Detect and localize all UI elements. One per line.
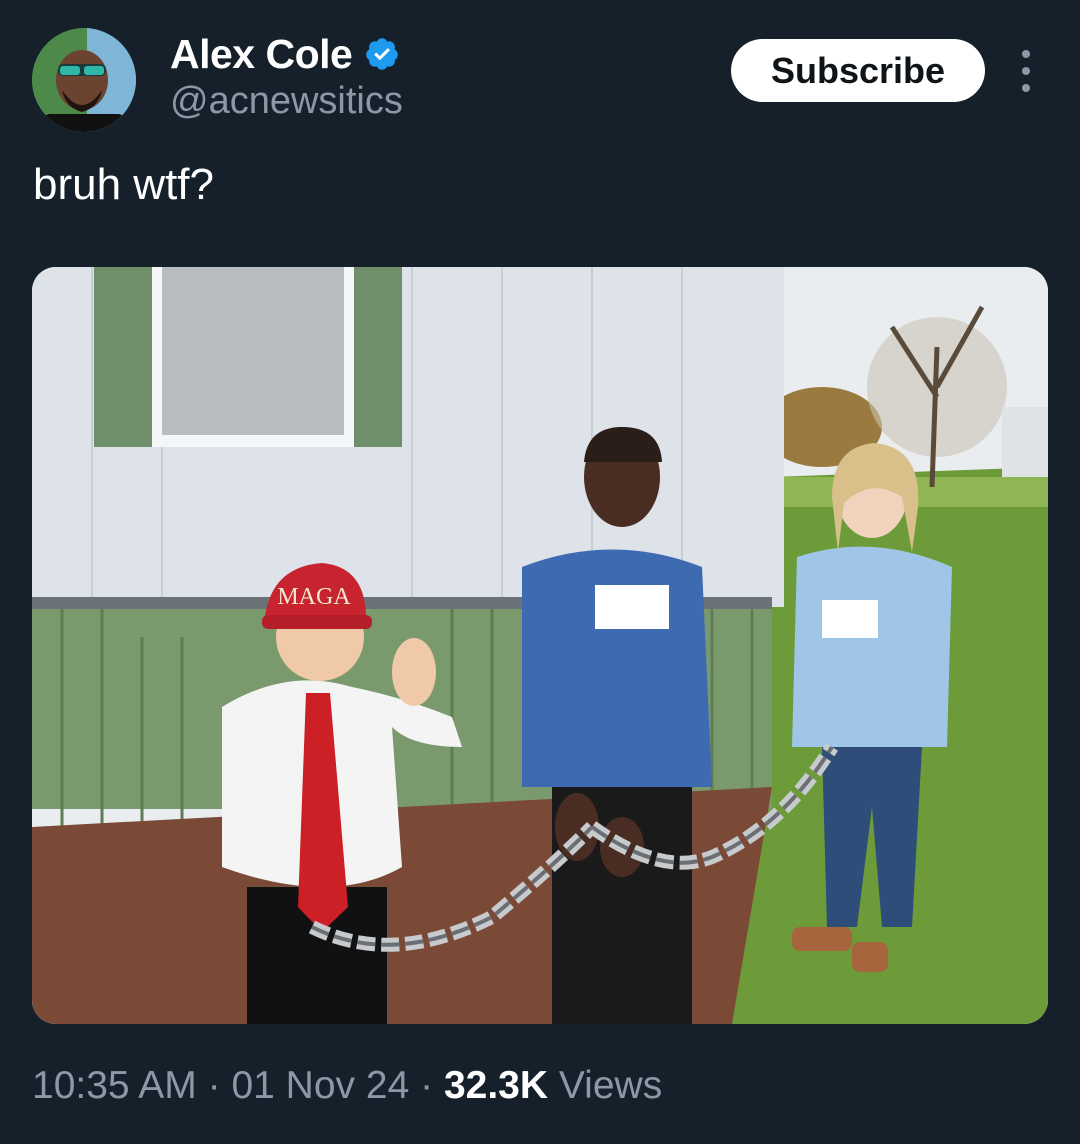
views-label: Views <box>558 1064 663 1107</box>
maga-hat-text: MAGA <box>277 584 351 610</box>
author-name-row[interactable]: Alex Cole <box>170 30 400 78</box>
meta-separator: · <box>420 1064 434 1107</box>
author-handle[interactable]: @acnewsitics <box>170 80 403 123</box>
tweet-media-photo[interactable]: MAGA <box>32 267 1048 1024</box>
tweet-time[interactable]: 10:35 AM <box>32 1064 197 1107</box>
profile-photo-icon <box>32 28 136 132</box>
tweet-date[interactable]: 01 Nov 24 <box>231 1064 409 1107</box>
more-vertical-icon[interactable] <box>1010 50 1042 92</box>
tweet-meta: 10:35 AM · 01 Nov 24 · 32.3K Views <box>32 1064 662 1108</box>
subscribe-button[interactable]: Subscribe <box>731 39 985 102</box>
views-count[interactable]: 32.3K <box>444 1064 548 1107</box>
tweet-text: bruh wtf? <box>33 160 214 209</box>
display-name[interactable]: Alex Cole <box>170 31 353 78</box>
meta-separator: · <box>207 1064 221 1107</box>
avatar[interactable] <box>32 28 136 132</box>
verified-badge-icon <box>364 36 400 72</box>
